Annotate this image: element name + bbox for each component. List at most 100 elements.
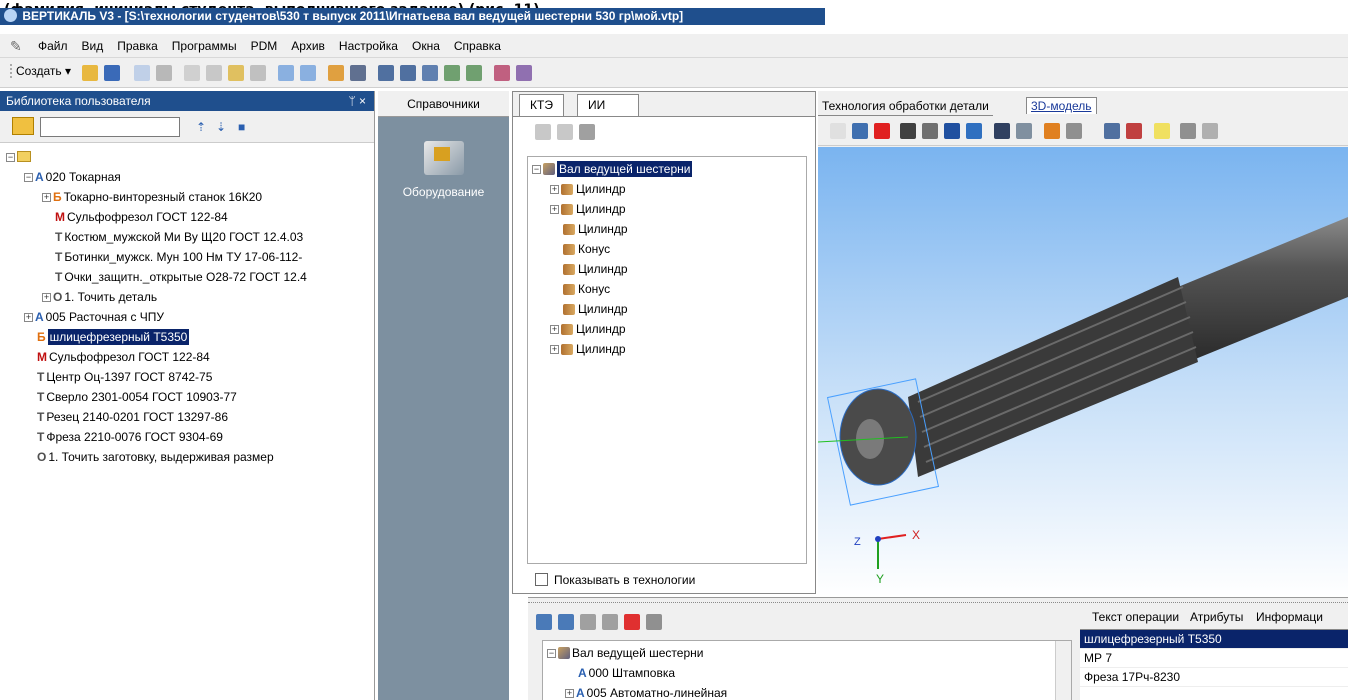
sort-icon[interactable]	[134, 65, 150, 81]
tree-item[interactable]: + А 005 Расточная с ЧПУ	[0, 307, 374, 327]
save-icon[interactable]	[104, 65, 120, 81]
tree-item[interactable]: + Цилиндр	[528, 199, 806, 219]
tree-item[interactable]: М Сульфофрезол ГОСТ 122-84	[0, 207, 374, 227]
tree-item[interactable]: + Цилиндр	[528, 179, 806, 199]
window-icon[interactable]	[378, 65, 394, 81]
save-icon[interactable]: ■	[238, 120, 252, 134]
copy-icon[interactable]	[206, 65, 222, 81]
tab-technology[interactable]: Технология обработки детали	[818, 97, 993, 116]
app-menu-icon[interactable]: ✎	[10, 38, 28, 54]
select-icon[interactable]	[579, 124, 595, 140]
tab-operation-text[interactable]: Текст операции	[1092, 610, 1179, 624]
tree-expand-icon[interactable]	[580, 614, 596, 630]
pin-close-icon[interactable]: ᛘ ×	[348, 91, 366, 111]
menu-item[interactable]: Правка	[117, 39, 158, 53]
shaded-icon[interactable]	[1104, 123, 1120, 139]
cut-icon[interactable]	[184, 65, 200, 81]
op-row[interactable]: МР 7	[1080, 649, 1348, 668]
tree-item[interactable]: − А 020 Токарная	[0, 167, 374, 187]
tree-item[interactable]: −	[0, 147, 374, 167]
tree-item[interactable]: Т Центр Оц-1397 ГОСТ 8742-75	[0, 367, 374, 387]
tree-item[interactable]: Т Сверло 2301-0054 ГОСТ 10903-77	[0, 387, 374, 407]
search-input[interactable]	[40, 117, 180, 137]
view-icon[interactable]	[994, 123, 1010, 139]
hidden-icon[interactable]	[1126, 123, 1142, 139]
tree-item[interactable]: М Сульфофрезол ГОСТ 122-84	[0, 347, 374, 367]
menu-item[interactable]: PDM	[251, 39, 278, 53]
tree-item[interactable]: А 000 Штамповка	[543, 663, 1071, 683]
tree-item[interactable]: + Цилиндр	[528, 319, 806, 339]
save-view-icon[interactable]	[852, 123, 868, 139]
rotate-icon[interactable]	[944, 123, 960, 139]
report-icon[interactable]	[516, 65, 532, 81]
move-up-icon[interactable]: ⇡	[196, 120, 210, 134]
expand-icon[interactable]: +	[42, 193, 51, 202]
expand-icon[interactable]: +	[550, 325, 559, 334]
create-button[interactable]: Создать ▾	[10, 64, 71, 78]
measure-icon[interactable]	[1066, 123, 1082, 139]
tree-collapse-icon[interactable]	[602, 614, 618, 630]
section-icon[interactable]	[1044, 123, 1060, 139]
zoom-box-icon[interactable]	[922, 123, 938, 139]
expand-icon[interactable]: +	[24, 313, 33, 322]
menu-item[interactable]: Справка	[454, 39, 501, 53]
expand-icon[interactable]: +	[550, 345, 559, 354]
print-icon[interactable]	[156, 65, 172, 81]
paste-icon[interactable]	[228, 65, 244, 81]
3d-viewport[interactable]: X Y Z	[818, 147, 1348, 597]
orbit-icon[interactable]	[830, 123, 846, 139]
op-row[interactable]: Фреза 17Рч-8230	[1080, 668, 1348, 687]
collapse-icon[interactable]: −	[24, 173, 33, 182]
show-in-tech-checkbox[interactable]: Показывать в технологии	[535, 573, 695, 587]
tree-item[interactable]: Т Резец 2140-0201 ГОСТ 13297-86	[0, 407, 374, 427]
tree-item[interactable]: − Вал ведущей шестерни	[528, 159, 806, 179]
tree-item[interactable]: + О 1. Точить деталь	[0, 287, 374, 307]
select-icon[interactable]	[646, 614, 662, 630]
expand-icon[interactable]: +	[565, 689, 574, 698]
tab-kte[interactable]: КТЭ	[519, 94, 564, 116]
tree-item[interactable]: Цилиндр	[528, 259, 806, 279]
tree-collapse-icon[interactable]	[557, 124, 573, 140]
render-icon[interactable]	[1180, 123, 1196, 139]
calc-icon[interactable]	[328, 65, 344, 81]
export-icon[interactable]	[444, 65, 460, 81]
tree-item[interactable]: Конус	[528, 239, 806, 259]
tab-3d-model[interactable]: 3D-модель	[1026, 97, 1097, 114]
tab-information[interactable]: Информаци	[1256, 610, 1323, 624]
tree-expand-icon[interactable]	[535, 124, 551, 140]
tree-item[interactable]: Бшлицефрезерный Т5350	[0, 327, 374, 347]
tree-item[interactable]: + Б Токарно-винторезный станок 16К20	[0, 187, 374, 207]
menu-item[interactable]: Окна	[412, 39, 440, 53]
eraser-icon[interactable]	[494, 65, 510, 81]
zoom-icon[interactable]	[966, 123, 982, 139]
light-icon[interactable]	[1154, 123, 1170, 139]
redo-icon[interactable]	[300, 65, 316, 81]
tree-item[interactable]: Цилиндр	[528, 219, 806, 239]
collapse-icon[interactable]: −	[547, 649, 556, 658]
tree-item[interactable]: Т Ботинки_мужск. Мун 100 Нм ТУ 17-06-112-	[0, 247, 374, 267]
menu-item[interactable]: Вид	[82, 39, 104, 53]
tree-item[interactable]: − Вал ведущей шестерни	[543, 643, 1071, 663]
collapse-icon[interactable]: −	[6, 153, 15, 162]
menu-item[interactable]: Настройка	[339, 39, 398, 53]
new-folder-icon[interactable]	[12, 117, 34, 135]
collapse-icon[interactable]: −	[532, 165, 541, 174]
doc-icon[interactable]	[350, 65, 366, 81]
tree-item[interactable]: О 1. Точить заготовку, выдерживая размер	[0, 447, 374, 467]
move-up-icon[interactable]	[536, 614, 552, 630]
tree-item[interactable]: Т Фреза 2210-0076 ГОСТ 9304-69	[0, 427, 374, 447]
layout-icon[interactable]	[400, 65, 416, 81]
tab-references[interactable]: Справочники	[378, 91, 509, 117]
tree-item[interactable]: + Цилиндр	[528, 339, 806, 359]
import-icon[interactable]	[466, 65, 482, 81]
move-down-icon[interactable]: ⇣	[216, 120, 230, 134]
tab-ii[interactable]: ИИ	[577, 94, 639, 116]
expand-icon[interactable]: +	[42, 293, 51, 302]
tree-item[interactable]: Т Очки_защитн._открытые О28-72 ГОСТ 12.4	[0, 267, 374, 287]
expand-icon[interactable]: +	[550, 185, 559, 194]
menu-item[interactable]: Программы	[172, 39, 237, 53]
equipment-item[interactable]: Оборудование	[378, 141, 509, 199]
columns-icon[interactable]	[422, 65, 438, 81]
checkbox-box[interactable]	[535, 573, 548, 586]
tree-item[interactable]: Т Костюм_мужской Ми Ву Щ20 ГОСТ 12.4.03	[0, 227, 374, 247]
